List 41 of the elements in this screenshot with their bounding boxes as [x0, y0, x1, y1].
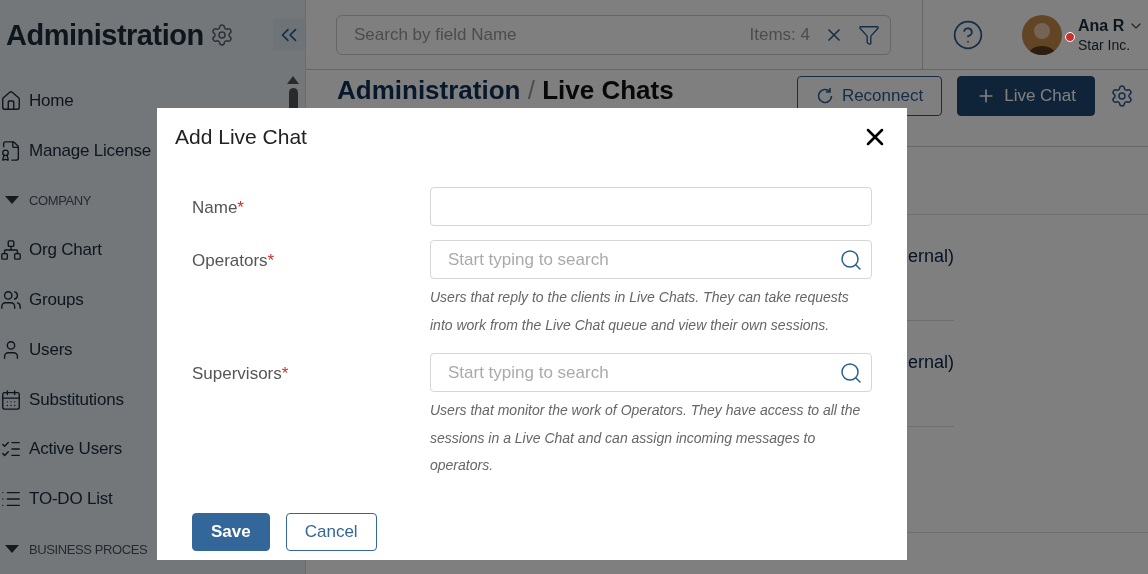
field-label: Operators* — [192, 250, 276, 272]
house-icon — [0, 89, 22, 112]
status-dot — [1065, 32, 1075, 42]
avatar[interactable] — [1022, 14, 1062, 55]
field-hint: Users that reply to the clients in Live Chats. They can take requests into work from the Live Chat queue and view their own sessions. — [430, 288, 850, 335]
settings-icon[interactable] — [1110, 84, 1134, 108]
table-cell-text: ernal) — [907, 246, 954, 268]
calendar-icon — [0, 388, 22, 411]
field-label: Supervisors* — [192, 363, 290, 385]
input-field[interactable] — [430, 187, 872, 226]
search-field[interactable]: Start typing to search — [446, 361, 839, 384]
search-icon — [839, 247, 863, 272]
table-cell-text: ernal) — [907, 352, 954, 374]
people-icon — [0, 289, 22, 312]
cancel-button[interactable]: Cancel — [285, 513, 377, 551]
help-button[interactable] — [952, 18, 984, 51]
caret-icon — [5, 545, 19, 554]
collapse-button[interactable] — [273, 19, 305, 51]
filter-icon[interactable] — [858, 23, 880, 46]
nav-item[interactable]: Active Users — [0, 424, 285, 475]
caret-icon — [5, 196, 19, 205]
sidebar-title: Administration — [6, 18, 204, 52]
search-box[interactable]: Start typing to search — [430, 240, 872, 279]
field-label: Name* — [192, 197, 245, 219]
search-field[interactable]: Start typing to search — [446, 248, 839, 271]
breadcrumb: Administration / Live Chats — [337, 75, 674, 106]
search-icon — [839, 360, 863, 385]
nav-item[interactable]: Groups — [0, 275, 285, 325]
document-badge-icon — [0, 139, 22, 162]
save-button[interactable]: Save — [192, 513, 270, 551]
nav-item[interactable]: Home — [0, 76, 285, 126]
settings-icon[interactable] — [209, 23, 234, 47]
search-box[interactable]: Start typing to search — [430, 353, 872, 392]
user-name[interactable]: Ana R — [1078, 16, 1145, 35]
reload-icon — [815, 87, 834, 105]
arrow-up-icon[interactable] — [287, 76, 299, 84]
org-chart-icon — [0, 239, 22, 262]
company-name: Star Inc. — [1078, 36, 1132, 53]
dialog-title: Add Live Chat — [175, 125, 307, 149]
add-button[interactable]: Live Chat — [957, 76, 1095, 116]
field-hint: Users that monitor the work of Operators. They have access to all the sessions in a Live Chat and can assign incoming messages to operators. — [430, 401, 862, 475]
